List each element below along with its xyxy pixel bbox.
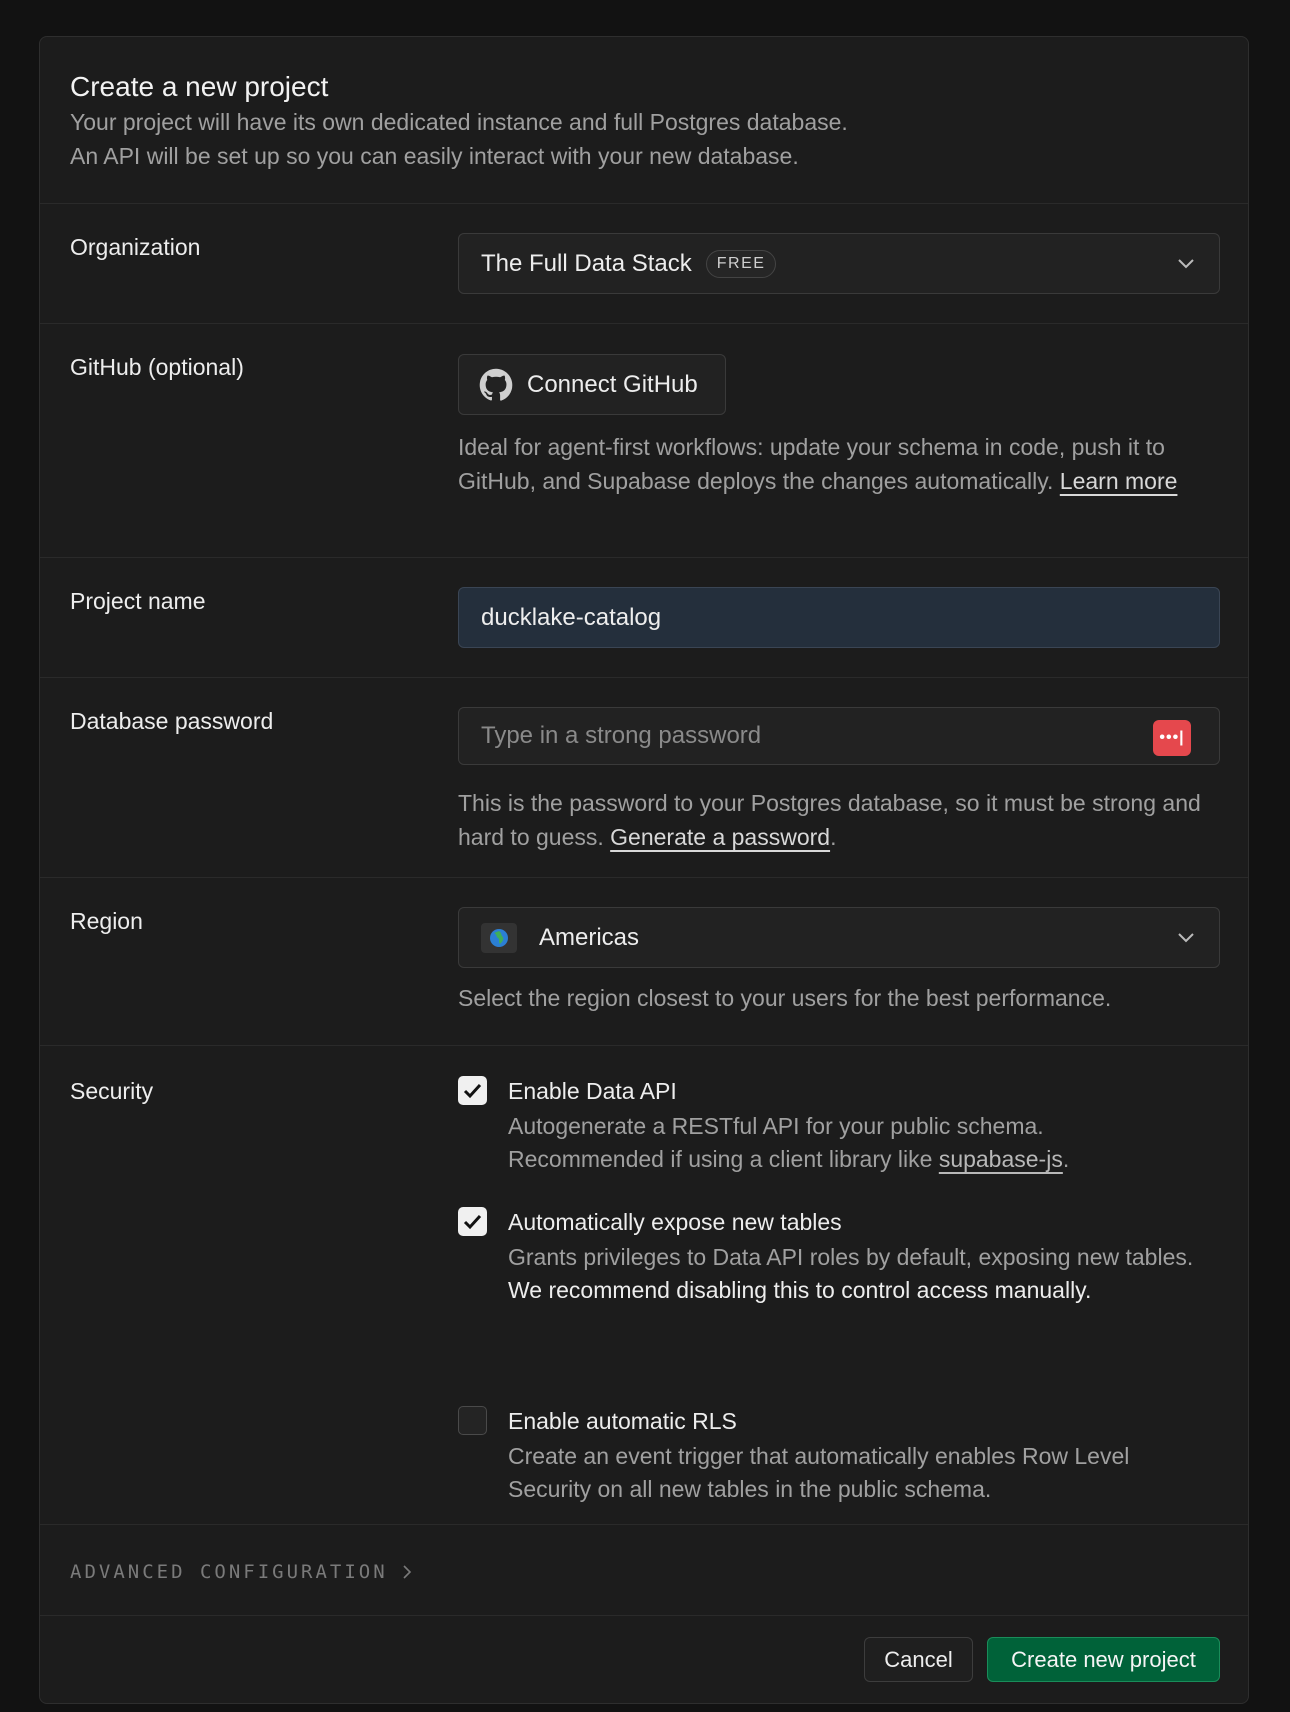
automatic-rls-checkbox[interactable] [458,1406,487,1435]
learn-more-link[interactable]: Learn more [1060,468,1178,494]
security-row: Security Enable Data API Autogenerate a … [40,1046,1248,1525]
chevron-down-icon [1178,259,1194,269]
enable-data-api-desc-suffix: . [1062,1146,1070,1172]
expose-new-tables-desc-text: Grants privileges to Data API roles by d… [508,1244,1194,1270]
region-label: Region [70,908,143,934]
advanced-configuration-toggle[interactable]: ADVANCED CONFIGURATION [70,1561,412,1583]
generate-password-link[interactable]: Generate a password [610,824,830,850]
connect-github-label: Connect GitHub [527,370,698,398]
expose-new-tables-desc: Grants privileges to Data API roles by d… [508,1241,1208,1307]
expose-new-tables-checkbox[interactable] [458,1207,487,1236]
db-password-help-suffix: . [830,824,837,850]
plan-badge: FREE [705,249,777,278]
project-name-value: ducklake-catalog [481,603,662,631]
region-row: Region Americas Select the region closes… [40,878,1248,1046]
create-project-button[interactable]: Create new project [987,1637,1220,1682]
footer-divider [40,1615,1248,1616]
enable-data-api-desc: Autogenerate a RESTful API for your publ… [508,1110,1208,1176]
security-label: Security [70,1078,154,1104]
organization-select[interactable]: The Full Data Stack FREE [458,233,1220,294]
github-help: Ideal for agent-first workflows: update … [458,430,1220,498]
region-value: Americas [539,923,640,951]
organization-row: Organization The Full Data Stack FREE [40,204,1248,324]
page-description-line-2: An API will be set up so you can easily … [70,143,799,169]
db-password-input[interactable]: Type in a strong password •••| [458,707,1220,765]
connect-github-button[interactable]: Connect GitHub [458,354,726,415]
automatic-rls-title: Enable automatic RLS [508,1408,737,1434]
project-name-input[interactable]: ducklake-catalog [458,587,1220,648]
db-password-placeholder: Type in a strong password [481,722,762,749]
project-name-row: Project name ducklake-catalog [40,558,1248,678]
automatic-rls-desc: Create an event trigger that automatical… [508,1443,1130,1502]
expose-new-tables-title: Automatically expose new tables [508,1209,842,1235]
github-icon [479,368,513,401]
enable-data-api-desc-line-2: Recommended if using a client library li… [508,1146,939,1172]
cancel-button[interactable]: Cancel [864,1637,973,1682]
enable-data-api-title: Enable Data API [508,1078,677,1104]
card-header: Create a new project Your project will h… [40,37,1248,204]
chevron-down-icon [1178,933,1194,943]
expose-new-tables-recommendation: We recommend disabling this to control a… [508,1277,1092,1303]
region-select[interactable]: Americas [458,907,1220,968]
advanced-configuration-label: ADVANCED CONFIGURATION [70,1561,388,1583]
db-password-help: This is the password to your Postgres da… [458,786,1220,854]
github-row: GitHub (optional) Connect GitHub Ideal f… [40,324,1248,558]
create-project-card: Create a new project Your project will h… [39,36,1249,1704]
supabase-js-link[interactable]: supabase-js [939,1146,1063,1172]
organization-value: The Full Data Stack [481,249,692,277]
chevron-right-icon [403,1565,411,1579]
project-name-label: Project name [70,588,206,614]
page-description-line-1: Your project will have its own dedicated… [70,109,848,135]
password-manager-icon[interactable]: •••| [1153,720,1191,756]
enable-data-api-desc-line-1: Autogenerate a RESTful API for your publ… [508,1113,1044,1139]
region-help: Select the region closest to your users … [458,985,1112,1011]
db-password-label: Database password [70,708,274,734]
db-password-row: Database password Type in a strong passw… [40,678,1248,878]
organization-label: Organization [70,234,201,260]
enable-data-api-checkbox[interactable] [458,1076,487,1105]
page-title: Create a new project [70,71,329,102]
github-label: GitHub (optional) [70,354,244,380]
globe-icon [481,922,517,953]
